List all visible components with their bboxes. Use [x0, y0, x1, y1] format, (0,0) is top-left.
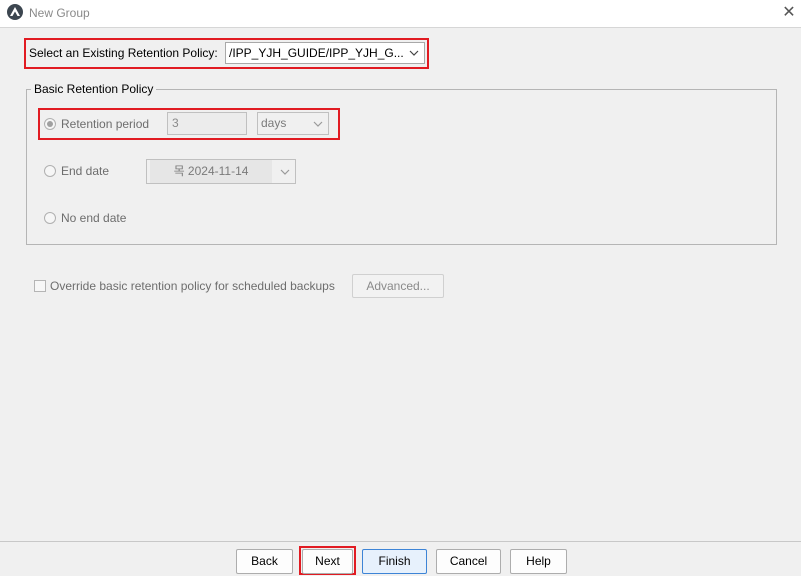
override-label: Override basic retention policy for sche…	[50, 279, 335, 293]
retention-period-input[interactable]: 3	[167, 112, 247, 135]
next-button[interactable]: Next	[302, 549, 353, 574]
close-icon[interactable]: ✕	[779, 2, 799, 24]
chevron-down-icon	[409, 43, 419, 63]
retention-unit-value: days	[261, 116, 287, 130]
no-end-date-radio[interactable]	[44, 212, 56, 224]
chevron-down-icon	[280, 160, 290, 183]
override-checkbox[interactable]	[34, 280, 46, 292]
app-logo-icon	[7, 4, 23, 20]
title-bar: New Group ✕	[0, 0, 801, 28]
end-date-radio[interactable]	[44, 165, 56, 177]
cancel-button[interactable]: Cancel	[436, 549, 501, 574]
retention-unit-select[interactable]: days	[257, 112, 329, 135]
finish-button[interactable]: Finish	[362, 549, 427, 574]
policy-label: Select an Existing Retention Policy:	[29, 46, 218, 60]
chevron-down-icon	[313, 113, 323, 134]
end-date-label: End date	[61, 164, 110, 178]
retention-period-label: Retention period	[61, 117, 150, 131]
group-title: Basic Retention Policy	[31, 82, 157, 96]
no-end-date-label: No end date	[61, 211, 127, 225]
end-date-picker[interactable]: 목 2024-11-14	[146, 159, 296, 184]
policy-select-value: /IPP_YJH_GUIDE/IPP_YJH_G...	[229, 46, 404, 60]
advanced-button[interactable]: Advanced...	[352, 274, 444, 298]
window-title: New Group	[29, 6, 90, 20]
back-button[interactable]: Back	[236, 549, 293, 574]
end-date-value: 목 2024-11-14	[150, 160, 272, 183]
footer-divider	[0, 541, 801, 542]
retention-period-radio[interactable]	[44, 118, 56, 130]
policy-select[interactable]: /IPP_YJH_GUIDE/IPP_YJH_G...	[225, 42, 425, 64]
help-button[interactable]: Help	[510, 549, 567, 574]
